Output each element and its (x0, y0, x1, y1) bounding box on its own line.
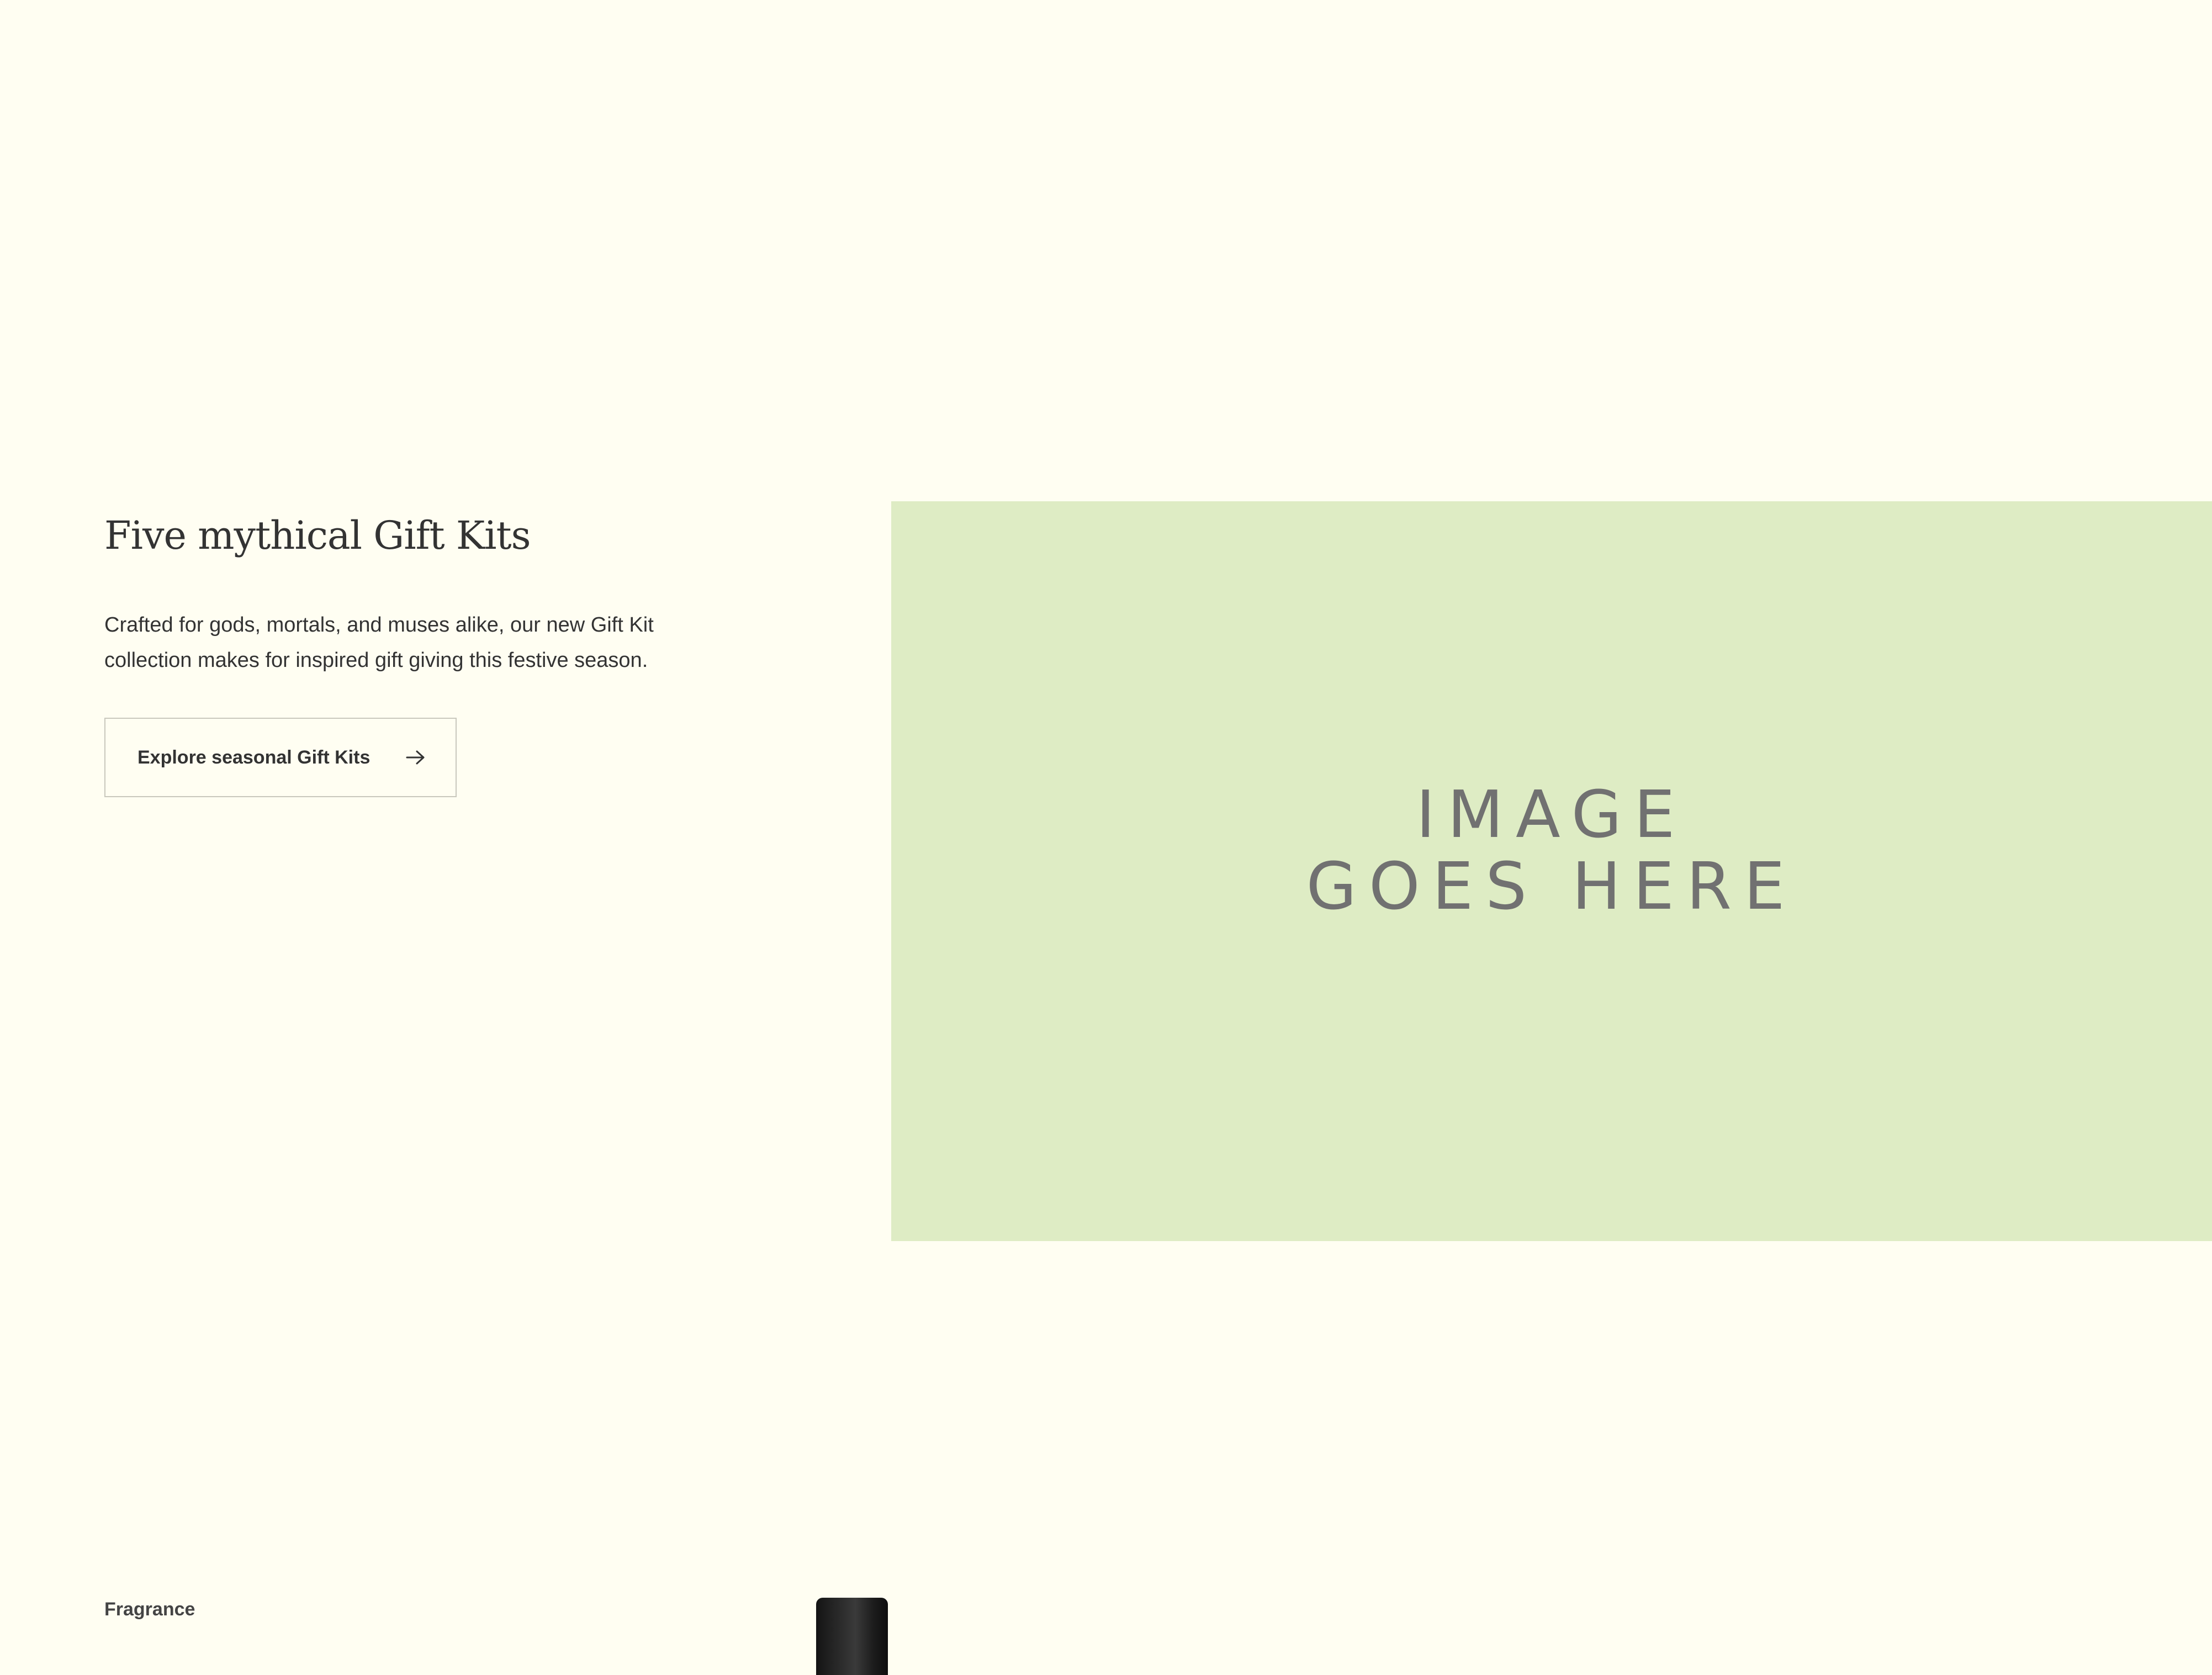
explore-gift-kits-label: Explore seasonal Gift Kits (137, 746, 371, 768)
fragrance-product-image[interactable] (816, 1598, 888, 1675)
arrow-right-icon (406, 750, 425, 765)
promo-description: Crafted for gods, mortals, and muses ali… (104, 613, 654, 672)
image-placeholder: IMAGE GOES HERE (891, 501, 2212, 1241)
promo-section: Five mythical Gift Kits Crafted for gods… (104, 508, 767, 797)
image-placeholder-text: IMAGE GOES HERE (1306, 778, 1797, 922)
promo-title: Five mythical Gift Kits (104, 513, 531, 558)
fragrance-section-label: Fragrance (104, 1599, 195, 1620)
explore-gift-kits-button[interactable]: Explore seasonal Gift Kits (104, 718, 457, 797)
image-placeholder-line-1: IMAGE (1416, 776, 1687, 852)
image-placeholder-line-2: GOES HERE (1306, 848, 1797, 924)
